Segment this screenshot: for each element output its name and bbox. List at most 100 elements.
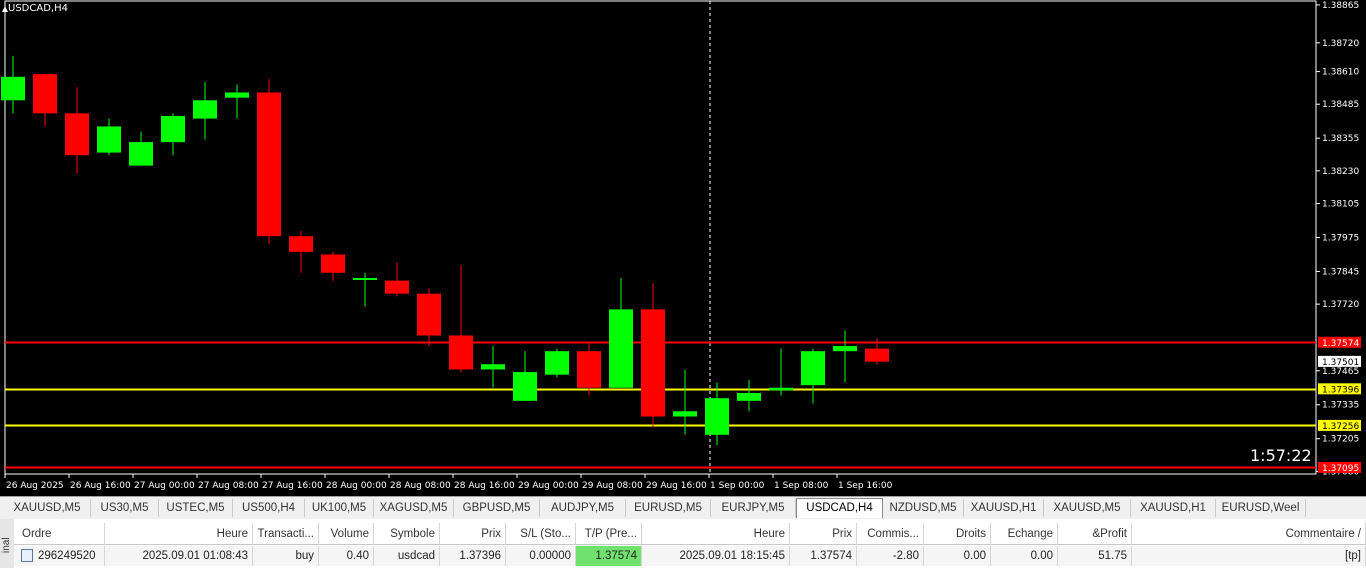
table-row[interactable]: 296249520 2025.09.01 01:08:43 buy 0.40 usdca…	[14, 546, 1366, 566]
time-axis-label: 27 Aug 16:00	[262, 481, 323, 491]
candle-body	[769, 387, 793, 391]
terminal-header-row: Ordre Heure Transacti... Volume Symbole Prix S…	[14, 523, 1366, 545]
column-header-commission[interactable]: Commis...	[857, 523, 924, 545]
candle-body	[705, 398, 729, 435]
candlestick-chart[interactable]: 1.38865 1.38720 1.38610 1.38485 1.38355 1.382…	[0, 0, 1366, 496]
price-tick-label: 1.38355	[1322, 134, 1359, 144]
cell-sl: 0.00000	[506, 546, 576, 566]
candle-body	[641, 309, 665, 417]
candle-body	[417, 293, 441, 336]
cell-prix: 1.37396	[440, 546, 506, 566]
candle-body	[225, 92, 249, 98]
column-header-commentaire[interactable]: Commentaire /	[1132, 523, 1366, 545]
tab-xagusd-m5[interactable]: XAGUSD,M5	[374, 499, 454, 517]
time-axis-label: 26 Aug 2025	[6, 481, 64, 491]
candle-body	[289, 236, 313, 252]
candle-body	[1, 76, 25, 101]
column-header-droits[interactable]: Droits	[924, 523, 991, 545]
cell-heure: 2025.09.01 01:08:43	[105, 546, 253, 566]
time-axis-label: 1 Sep 16:00	[838, 481, 893, 491]
candle-body	[385, 280, 409, 294]
cell-volume: 0.40	[319, 546, 374, 566]
column-header-prix[interactable]: Prix	[440, 523, 506, 545]
cell-prix-close: 1.37574	[790, 546, 857, 566]
time-axis-label: 27 Aug 08:00	[198, 481, 259, 491]
cell-tp: 1.37574	[576, 546, 642, 566]
price-tick-label: 1.38230	[1322, 167, 1359, 177]
tab-us30-m5[interactable]: US30,M5	[91, 499, 159, 517]
order-document-icon	[21, 549, 33, 562]
tab-xauusd-h1[interactable]: XAUUSD,H1	[1131, 499, 1216, 517]
column-header-tp[interactable]: T/P (Pre...	[576, 523, 642, 545]
cell-heure-close: 2025.09.01 18:15:45	[642, 546, 790, 566]
level-price-label: 1.37574	[1322, 339, 1359, 349]
candle-body	[449, 335, 473, 370]
time-axis-label: 27 Aug 00:00	[134, 481, 195, 491]
candle-body	[737, 392, 761, 401]
tab-audjpy-m5[interactable]: AUDJPY,M5	[540, 499, 626, 517]
tab-uk100-m5[interactable]: UK100,M5	[305, 499, 374, 517]
price-tick-label: 1.37975	[1322, 234, 1359, 244]
time-axis-label: 29 Aug 00:00	[518, 481, 579, 491]
candle-countdown-timer: 1:57:22	[1250, 446, 1312, 465]
tab-xauusd-m5[interactable]: XAUUSD,M5	[4, 499, 91, 517]
column-header-echange[interactable]: Echange	[991, 523, 1058, 545]
terminal-side-handle[interactable]: inal	[0, 519, 15, 568]
tab-eurusd-m5[interactable]: EURUSD,M5	[626, 499, 711, 517]
tab-eurjpy-m5[interactable]: EURJPY,M5	[711, 499, 796, 517]
tab-us500-h4[interactable]: US500,H4	[233, 499, 305, 517]
candle-body	[481, 364, 505, 370]
tab-nzdusd-m5[interactable]: NZDUSD,M5	[883, 499, 964, 517]
time-axis-label: 28 Aug 08:00	[390, 481, 451, 491]
candle-body	[257, 92, 281, 237]
price-tick-label: 1.38610	[1322, 68, 1359, 78]
tab-ustec-m5[interactable]: USTEC,M5	[159, 499, 233, 517]
tab-xauusd-h1[interactable]: XAUUSD,H1	[964, 499, 1044, 517]
level-price-label: 1.37396	[1322, 385, 1359, 395]
level-price-label: 1.37095	[1322, 464, 1359, 474]
price-tick-label: 1.38865	[1322, 1, 1359, 11]
price-tick-label: 1.37335	[1322, 401, 1359, 411]
candle-body	[33, 74, 57, 114]
price-tick-label: 1.38105	[1322, 200, 1359, 210]
price-tick-label: 1.37720	[1322, 300, 1359, 310]
column-header-symbole[interactable]: Symbole	[374, 523, 440, 545]
chart-tab-bar: XAUUSD,M5 US30,M5 USTEC,M5 US500,H4 UK100,M5…	[0, 496, 1366, 519]
candle-body	[577, 351, 601, 388]
level-price-label: 1.37256	[1322, 422, 1359, 432]
candle-body	[673, 411, 697, 417]
cell-symbole: usdcad	[374, 546, 440, 566]
column-header-sl[interactable]: S/L (Sto...	[506, 523, 576, 545]
tab-xauusd-m5[interactable]: XAUUSD,M5	[1044, 499, 1131, 517]
column-header-heure[interactable]: Heure	[105, 523, 253, 545]
column-header-heure-close[interactable]: Heure	[642, 523, 790, 545]
tab-eurusd-weel[interactable]: EURUSD,Weel	[1216, 499, 1306, 517]
candle-body	[609, 309, 633, 388]
chart-area[interactable]: 1.38865 1.38720 1.38610 1.38485 1.38355 1.382…	[0, 0, 1366, 496]
time-axis-label: 28 Aug 00:00	[326, 481, 387, 491]
candle-body	[513, 372, 537, 401]
time-axis-label: 1 Sep 08:00	[774, 481, 829, 491]
time-axis-label: 29 Aug 08:00	[582, 481, 643, 491]
column-header-transaction[interactable]: Transacti...	[253, 523, 319, 545]
column-header-profit[interactable]: &Profit	[1058, 523, 1132, 545]
column-header-volume[interactable]: Volume	[319, 523, 374, 545]
candle-body	[833, 345, 857, 352]
chart-title: USDCAD,H4	[8, 3, 68, 14]
candle-body	[161, 115, 185, 143]
price-tick-label: 1.37205	[1322, 435, 1359, 445]
level-price-label: 1.37501	[1322, 358, 1359, 368]
candle-body	[65, 113, 89, 156]
candle-body	[321, 254, 345, 273]
price-tick-label: 1.37465	[1322, 367, 1359, 377]
price-tick-label: 1.38720	[1322, 39, 1359, 49]
tab-gbpusd-m5[interactable]: GBPUSD,M5	[454, 499, 540, 517]
tab-usdcad-h4[interactable]: USDCAD,H4	[796, 498, 883, 518]
price-tick-label: 1.37845	[1322, 267, 1359, 277]
candle-body	[865, 348, 889, 362]
column-header-ordre[interactable]: Ordre	[14, 523, 105, 545]
candle-body	[801, 351, 825, 386]
cell-transaction: buy	[253, 546, 319, 566]
terminal-side-label: inal	[1, 537, 12, 553]
column-header-prix-close[interactable]: Prix	[790, 523, 857, 545]
